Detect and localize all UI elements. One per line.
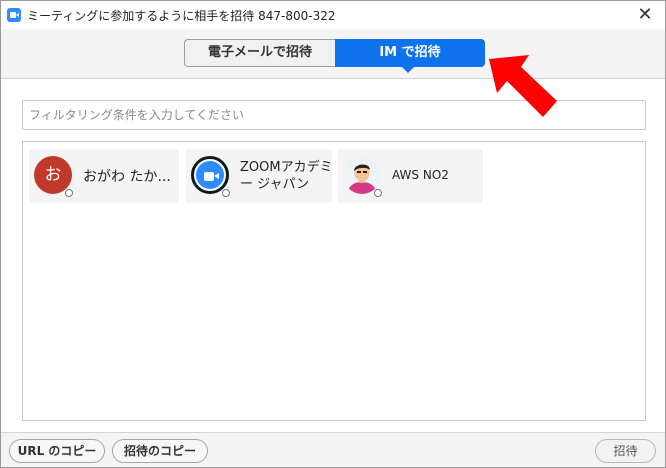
- zoom-app-icon: [7, 8, 21, 22]
- contact-item-aws-no2[interactable]: AWS NO2: [338, 149, 483, 203]
- zoom-logo-icon: [191, 156, 229, 194]
- copy-invitation-button[interactable]: 招待のコピー: [112, 439, 208, 463]
- main-content: お おがわ たか... ZOOMアカデミ ー ジャパン: [1, 80, 665, 432]
- bottom-bar: URL のコピー 招待のコピー 招待: [1, 432, 665, 467]
- contacts-list: お おがわ たか... ZOOMアカデミ ー ジャパン AWS NO2: [22, 141, 646, 421]
- avatar: お: [34, 156, 72, 194]
- contact-item-ogawa[interactable]: お おがわ たか...: [29, 149, 179, 203]
- contact-name-line2: ー ジャパン: [240, 177, 310, 192]
- window-title: ミーティングに参加するように相手を招待 847-800-322: [27, 9, 336, 23]
- contact-name: AWS NO2: [392, 168, 449, 182]
- contact-name: ZOOMアカデミ ー ジャパン: [240, 159, 333, 193]
- contact-name-line1: ZOOMアカデミ: [240, 160, 333, 175]
- tab-invite-by-im[interactable]: IM で招待: [335, 39, 485, 67]
- tab-invite-by-email[interactable]: 電子メールで招待: [184, 39, 335, 67]
- presence-status-icon: [374, 189, 382, 197]
- copy-url-button[interactable]: URL のコピー: [9, 439, 105, 463]
- title-bar: ミーティングに参加するように相手を招待 847-800-322 ✕: [1, 1, 665, 29]
- invite-dialog: ミーティングに参加するように相手を招待 847-800-322 ✕ 電子メールで…: [0, 0, 666, 468]
- invite-method-tabs: 電子メールで招待 IM で招待: [1, 29, 665, 79]
- close-button[interactable]: ✕: [635, 5, 655, 25]
- presence-status-icon: [222, 189, 230, 197]
- presence-status-icon: [65, 189, 73, 197]
- person-photo-icon: [343, 156, 381, 194]
- avatar: [343, 156, 381, 194]
- contact-name: おがわ たか...: [83, 169, 171, 185]
- red-arrow-annotation-icon: [489, 55, 557, 117]
- selected-tab-pointer: [402, 67, 414, 73]
- invite-button[interactable]: 招待: [595, 439, 656, 463]
- contact-item-zoom-academy[interactable]: ZOOMアカデミ ー ジャパン: [186, 149, 333, 203]
